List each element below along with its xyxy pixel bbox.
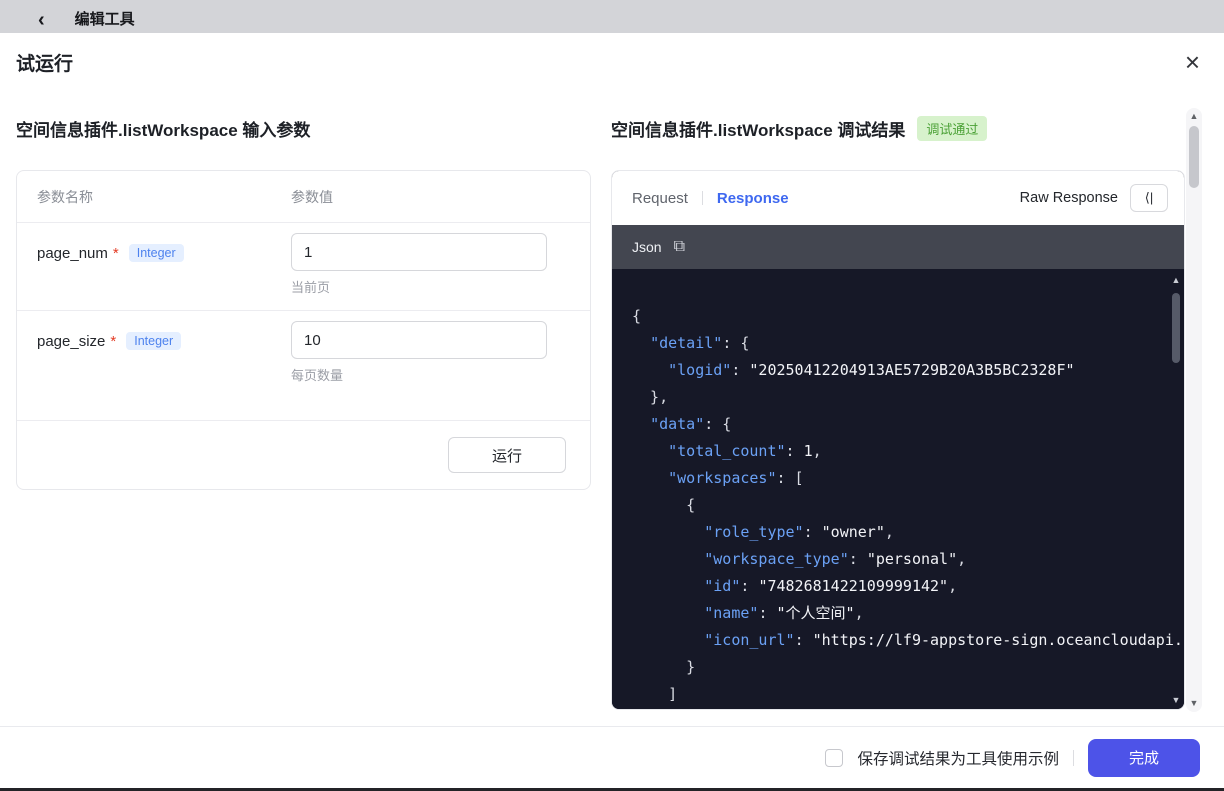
param-value-cell: 每页数量 — [291, 321, 590, 384]
modal-scrollbar-thumb[interactable] — [1189, 126, 1199, 188]
result-title-row: 空间信息插件.listWorkspace 调试结果 调试通过 — [611, 113, 1185, 143]
table-row: page_num * Integer 当前页 — [17, 223, 590, 311]
page-size-input[interactable] — [291, 321, 547, 359]
param-name: page_size — [37, 333, 106, 350]
param-value-cell: 当前页 — [291, 233, 590, 296]
collapse-panel-button[interactable]: ⟨| — [1130, 184, 1168, 212]
param-table-footer: 运行 — [17, 421, 590, 489]
code-scrollbar[interactable]: ▲ ▼ — [1168, 269, 1184, 709]
modal-header: 试运行 × — [0, 33, 1224, 91]
run-button[interactable]: 运行 — [448, 437, 566, 473]
type-badge: Integer — [128, 244, 184, 262]
scroll-up-icon[interactable]: ▲ — [1190, 111, 1199, 122]
format-label: Json — [632, 239, 662, 255]
json-code: { "detail": { "logid": "20250412204913AE… — [632, 307, 1183, 703]
input-params-title: 空间信息插件.listWorkspace 输入参数 — [16, 120, 311, 140]
type-badge: Integer — [126, 332, 182, 350]
trial-run-modal: 试运行 × 空间信息插件.listWorkspace 输入参数 空间信息插件.l… — [0, 33, 1224, 788]
param-table-header: 参数名称 参数值 — [17, 171, 590, 223]
scroll-down-icon[interactable]: ▼ — [1190, 698, 1199, 709]
param-hint: 每页数量 — [291, 368, 344, 383]
param-hint: 当前页 — [291, 280, 331, 295]
status-badge: 调试通过 — [917, 115, 988, 141]
param-name: page_num — [37, 245, 108, 262]
code-scrollbar-thumb[interactable] — [1172, 293, 1180, 363]
required-asterisk: * — [112, 245, 119, 262]
raw-response-label: Raw Response — [1019, 190, 1118, 206]
page-title: 编辑工具 — [74, 11, 135, 28]
table-row: page_size * Integer 每页数量 — [17, 311, 590, 421]
scroll-down-icon[interactable]: ▼ — [1172, 695, 1181, 705]
json-viewer[interactable]: { "detail": { "logid": "20250412204913AE… — [612, 269, 1184, 709]
modal-footer: 保存调试结果为工具使用示例 完成 — [0, 726, 1224, 788]
result-tabs-row: Request Response Raw Response ⟨| — [612, 171, 1184, 225]
column-header-value: 参数值 — [291, 188, 333, 205]
scroll-up-icon[interactable]: ▲ — [1172, 275, 1181, 285]
param-name-cell: page_num * Integer — [17, 233, 291, 296]
save-example-checkbox[interactable] — [825, 748, 844, 767]
param-name-cell: page_size * Integer — [17, 321, 291, 384]
debug-result-panel: Request Response Raw Response ⟨| Json ⧉ … — [611, 170, 1185, 710]
code-scrollbar-track[interactable] — [1172, 285, 1180, 695]
modal-scrollbar-track[interactable] — [1189, 122, 1199, 698]
save-example-label: 保存调试结果为工具使用示例 — [857, 750, 1059, 768]
copy-icon[interactable]: ⧉ — [674, 238, 685, 256]
page-num-input[interactable] — [291, 233, 547, 271]
code-header-bar: Json ⧉ — [612, 225, 1184, 269]
debug-result-title: 空间信息插件.listWorkspace 调试结果 — [611, 120, 906, 140]
tab-response[interactable]: Response — [717, 190, 789, 207]
modal-title: 试运行 — [16, 53, 74, 75]
footer-divider — [1073, 749, 1074, 766]
param-table: 参数名称 参数值 page_num * Integer 当前页 page_siz… — [16, 170, 591, 490]
column-header-name: 参数名称 — [37, 188, 93, 205]
required-asterisk: * — [110, 333, 117, 350]
input-params-title-row: 空间信息插件.listWorkspace 输入参数 — [16, 113, 591, 143]
collapse-icon: ⟨| — [1144, 190, 1154, 205]
back-icon[interactable]: ‹ — [38, 10, 45, 30]
close-icon[interactable]: × — [1185, 49, 1200, 75]
done-button[interactable]: 完成 — [1088, 738, 1200, 777]
tab-divider — [701, 191, 703, 205]
modal-scrollbar[interactable]: ▲ ▼ — [1186, 108, 1202, 712]
topbar: ‹ 编辑工具 — [0, 0, 1224, 33]
tab-request[interactable]: Request — [632, 190, 688, 207]
